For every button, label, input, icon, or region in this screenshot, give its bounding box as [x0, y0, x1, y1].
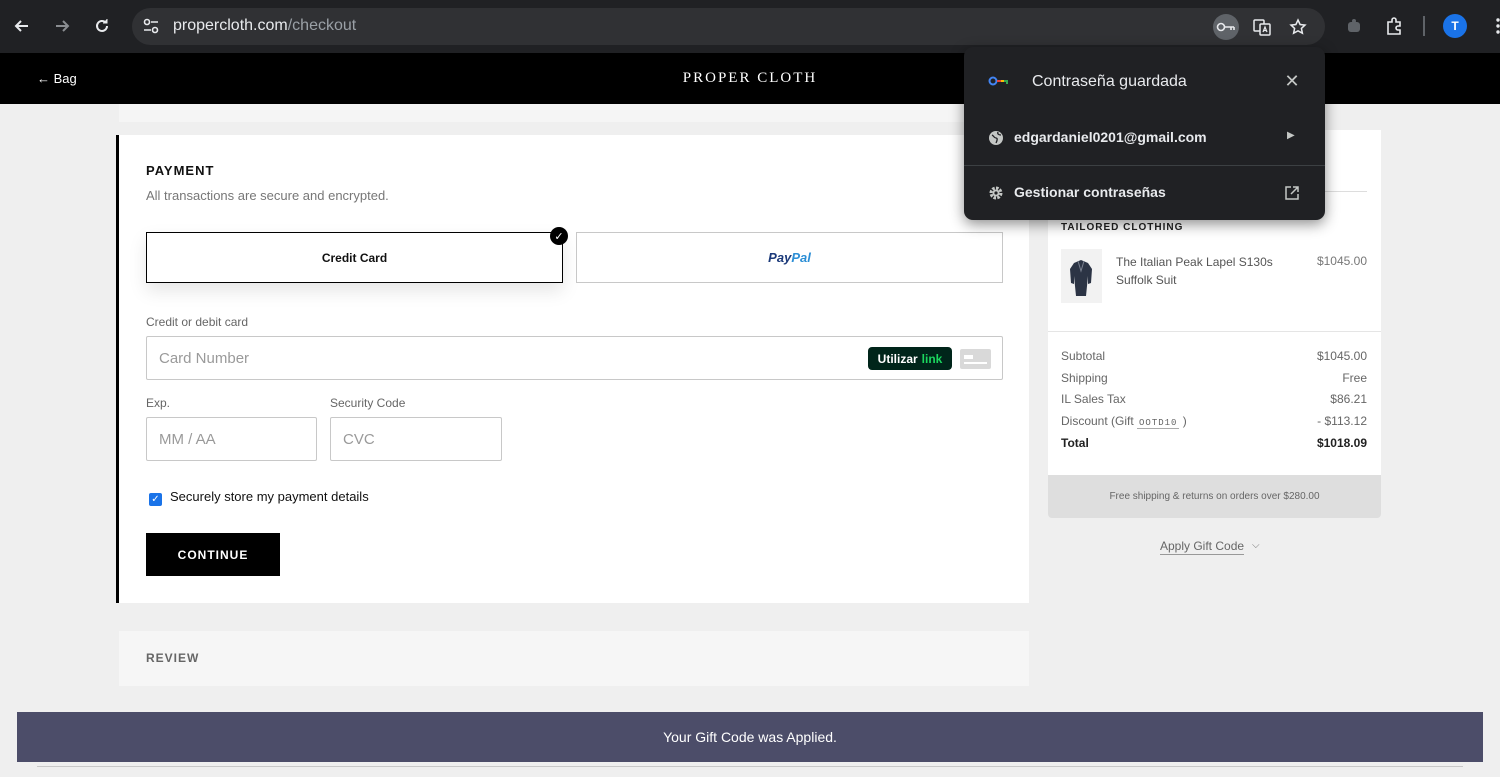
translate-icon[interactable] — [1249, 14, 1275, 40]
chevron-right-icon: ▶ — [1287, 130, 1295, 141]
subtotal-row: Subtotal $1045.00 — [1061, 349, 1367, 363]
browser-toolbar: propercloth.com/checkout T — [0, 0, 1500, 53]
payment-heading: PAYMENT — [146, 163, 215, 178]
card-brand-icon — [960, 349, 991, 369]
popup-title: Contraseña guardada — [1032, 73, 1187, 90]
continue-button[interactable]: CONTINUE — [146, 533, 280, 576]
gear-icon — [988, 185, 1004, 201]
forward-arrow-icon[interactable] — [50, 14, 74, 38]
manage-passwords-label: Gestionar contraseñas — [1014, 184, 1166, 200]
password-saved-popup: Contraseña guardada ✕ edgardaniel0201@gm… — [964, 47, 1325, 220]
gift-code-badge: OOTD10 — [1137, 418, 1180, 429]
paypal-logo: PayPal — [768, 250, 811, 265]
menu-kebab-icon[interactable] — [1486, 14, 1500, 38]
site-settings-icon[interactable] — [142, 17, 160, 35]
payment-subheading: All transactions are secure and encrypte… — [146, 188, 389, 203]
store-payment-label[interactable]: Securely store my payment details — [170, 489, 369, 504]
reload-icon[interactable] — [90, 14, 114, 38]
shipping-row: Shipping Free — [1061, 371, 1367, 385]
selected-check-icon: ✓ — [550, 227, 568, 245]
address-bar[interactable]: propercloth.com/checkout — [132, 8, 1325, 45]
expiry-placeholder: MM / AA — [159, 431, 216, 448]
product-price: $1045.00 — [1316, 254, 1367, 268]
security-code-label: Security Code — [330, 396, 406, 410]
gift-code-toast: Your Gift Code was Applied. — [17, 712, 1483, 762]
discount-row: Discount (Gift OOTD10 ) - $113.12 — [1061, 414, 1367, 429]
open-in-new-icon — [1284, 185, 1300, 201]
credit-card-label: Credit Card — [321, 250, 388, 265]
google-password-key-icon — [988, 73, 1010, 89]
url-text: propercloth.com/checkout — [173, 17, 357, 34]
extension-puzzle-icon[interactable] — [1342, 14, 1366, 38]
store-payment-checkbox[interactable]: ✓ — [149, 493, 162, 506]
exp-label: Exp. — [146, 396, 171, 410]
close-icon[interactable]: ✕ — [1282, 71, 1302, 91]
credit-card-option[interactable]: Credit Card — [146, 232, 563, 283]
expiry-input[interactable]: MM / AA — [146, 417, 317, 461]
saved-account-email: edgardaniel0201@gmail.com — [1014, 129, 1207, 145]
popup-divider — [964, 165, 1325, 166]
cvc-input[interactable]: CVC — [330, 417, 502, 461]
globe-icon — [988, 130, 1004, 146]
chevron-down-icon[interactable]: ⌵ — [1252, 540, 1260, 551]
product-name[interactable]: The Italian Peak Lapel S130s Suffolk Sui… — [1116, 253, 1296, 289]
paypal-option[interactable]: PayPal — [576, 232, 1003, 283]
total-row: Total $1018.09 — [1061, 436, 1367, 450]
previous-section-edge — [119, 104, 1029, 122]
summary-section-title: TAILORED CLOTHING — [1061, 222, 1184, 233]
review-section[interactable]: REVIEW — [119, 631, 1029, 686]
card-number-placeholder: Card Number — [159, 350, 250, 367]
free-shipping-note: Free shipping & returns on orders over $… — [1048, 475, 1381, 518]
manage-passwords-row[interactable]: Gestionar contraseñas — [964, 173, 1325, 213]
tax-row: IL Sales Tax $86.21 — [1061, 392, 1367, 406]
summary-divider-2 — [1048, 331, 1381, 332]
card-field-label: Credit or debit card — [146, 315, 249, 329]
use-link-button[interactable]: Utilizar link — [868, 347, 952, 370]
card-number-input[interactable]: Card Number Utilizar link — [146, 336, 1003, 380]
extensions-icon[interactable] — [1383, 14, 1407, 38]
review-heading: REVIEW — [146, 651, 200, 665]
password-key-icon[interactable] — [1213, 14, 1239, 40]
payment-section: PAYMENT All transactions are secure and … — [116, 135, 1029, 603]
back-arrow-icon[interactable] — [10, 14, 34, 38]
profile-avatar[interactable]: T — [1443, 14, 1467, 38]
toolbar-separator — [1423, 16, 1425, 36]
product-thumbnail — [1061, 249, 1102, 303]
bookmark-star-icon[interactable] — [1285, 14, 1311, 40]
saved-account-row[interactable]: edgardaniel0201@gmail.com ▶ — [964, 118, 1325, 158]
cvc-placeholder: CVC — [343, 431, 375, 448]
apply-gift-code-link[interactable]: Apply Gift Code — [1160, 539, 1245, 555]
footer-divider — [37, 766, 1463, 767]
